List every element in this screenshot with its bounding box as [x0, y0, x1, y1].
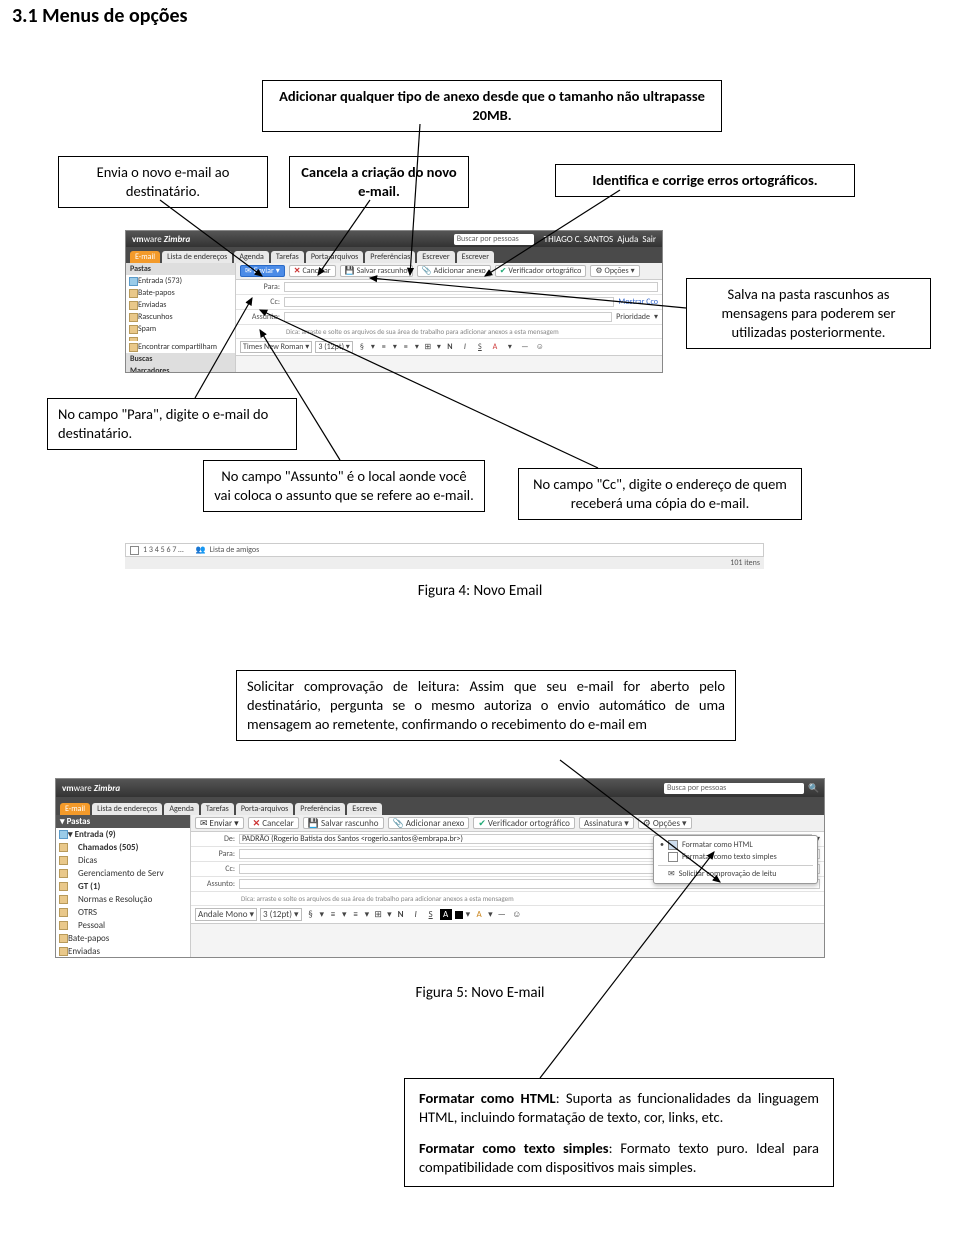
dragdrop-tip: Dica: arraste e solte os arquivos de sua…	[236, 325, 662, 339]
figure-4-caption: Figura 4: Novo Email	[330, 582, 630, 600]
folder-sent[interactable]: Enviadas	[126, 299, 235, 311]
tab-email-2[interactable]: E-mail	[60, 803, 90, 815]
send-button-2[interactable]: ✉Enviar▾	[195, 817, 244, 829]
para-input[interactable]	[284, 282, 658, 292]
tab-calendar-2[interactable]: Agenda	[164, 803, 199, 815]
tab-tasks-2[interactable]: Tarefas	[201, 803, 234, 815]
cc-input[interactable]	[284, 297, 614, 307]
opt-format-plain[interactable]: • Formatar como texto simples	[658, 851, 813, 863]
opt-format-html[interactable]: • Formatar como HTML	[658, 839, 813, 851]
search-input[interactable]: Buscar por pessoas	[454, 234, 534, 245]
zimbra-top-bar-2: vmware Zimbra Busca por pessoas 🔍	[56, 779, 824, 797]
tab-contacts[interactable]: Lista de endereços	[162, 251, 232, 263]
callout-para: No campo "Para", digite o e-mail do dest…	[47, 398, 297, 450]
tab-briefcase-2[interactable]: Porta-arquivos	[236, 803, 293, 815]
main-tabs-2: E-mail Lista de endereços Agenda Tarefas…	[56, 797, 824, 815]
search-input-2[interactable]: Busca por pessoas	[664, 783, 804, 794]
callout-anexo-text: Adicionar qualquer tipo de anexo desde q…	[279, 87, 705, 124]
attach-button[interactable]: 📎Adicionar anexo	[417, 265, 491, 277]
folder-sent-2[interactable]: Enviadas	[56, 945, 190, 958]
spellcheck-button[interactable]: ✔Verificador ortográfico	[495, 265, 587, 277]
callout-formatar: Formatar como HTML: Suporta as funcional…	[404, 1078, 834, 1187]
folder-gt[interactable]: GT (1)	[56, 880, 190, 893]
font-select[interactable]: Times New Roman ▾	[240, 341, 312, 353]
options-button[interactable]: ⚙Opções▾	[590, 265, 639, 277]
callout-cc: No campo "Cc", digite o endereço de quem…	[518, 468, 802, 520]
pager-footer: 101 itens	[125, 556, 764, 569]
callout-ortografico-text: Identifica e corrige erros ortográficos.	[592, 171, 817, 189]
callout-ortografico: Identifica e corrige erros ortográficos.	[555, 164, 855, 197]
tab-prefs[interactable]: Preferências	[365, 251, 415, 263]
help-link[interactable]: Ajuda	[617, 234, 638, 245]
logout-link[interactable]: Sair	[642, 234, 656, 245]
compose-toolbar: ✉Enviar▾ ✕Cancelar 💾Salvar rascunho 📎Adi…	[236, 263, 662, 280]
folder-chamados[interactable]: Chamados (505)	[56, 841, 190, 854]
cancel-button-2[interactable]: ✕Cancelar	[248, 817, 299, 829]
dragdrop-tip-2: Dica: arraste e solte os arquivos de sua…	[191, 892, 824, 906]
folder-inbox[interactable]: Entrada (573)	[126, 275, 235, 287]
row-assunto: Assunto: Prioridade▾	[236, 310, 662, 325]
figure-5-caption: Figura 5: Novo E-mail	[330, 984, 630, 1002]
folder-pessoal[interactable]: Pessoal	[56, 919, 190, 932]
row-cc: Cc: Mostrar Cco	[236, 295, 662, 310]
options-button-2[interactable]: ⚙Opções▾	[638, 817, 692, 829]
callout-envia: Envia o novo e-mail ao destinatário.	[58, 156, 268, 208]
folder-normas[interactable]: Normas e Resolução	[56, 893, 190, 906]
size-select[interactable]: 3 (12pt) ▾	[315, 341, 353, 353]
save-draft-button-2[interactable]: 💾Salvar rascunho	[303, 817, 384, 829]
screenshot-zimbra-1: vmware Zimbra Buscar por pessoas THIAGO …	[125, 230, 663, 373]
row-para: Para:	[236, 280, 662, 295]
rich-toolbar-2: Andale Mono ▾ 3 (12pt) ▾ §▾ ≡▾ ≡▾ ⊞▾ N I…	[191, 906, 824, 924]
opt-read-receipt[interactable]: •✉ Solicitar comprovação de leitu	[658, 868, 813, 880]
save-draft-button[interactable]: 💾Salvar rascunho	[340, 265, 413, 277]
signature-button[interactable]: Assinatura▾	[579, 817, 634, 829]
callout-salva: Salva na pasta rascunhos as mensagens pa…	[686, 278, 931, 349]
contacts-pager: 1 3 4 5 6 7 … 👥 Lista de amigos	[125, 543, 764, 557]
callout-cancela-text: Cancela a criação do novo e-mail.	[301, 163, 456, 200]
callout-solicitar: Solicitar comprovação de leitura: Assim …	[236, 670, 736, 741]
lista-amigos-label: Lista de amigos	[210, 545, 260, 555]
size-select-2[interactable]: 3 (12pt) ▾	[260, 908, 301, 921]
callout-assunto: No campo "Assunto" é o local aonde você …	[203, 460, 485, 512]
tab-email[interactable]: E-mail	[130, 251, 160, 263]
callout-anexo: Adicionar qualquer tipo de anexo desde q…	[262, 80, 722, 132]
font-select-2[interactable]: Andale Mono ▾	[195, 908, 257, 921]
send-button[interactable]: ✉Enviar▾	[240, 265, 285, 277]
tab-compose-2b[interactable]: Escreve	[347, 803, 382, 815]
main-tabs: E-mail Lista de endereços Agenda Tarefas…	[126, 247, 662, 263]
folder-spam[interactable]: Spam	[126, 323, 235, 335]
folder-chats-2[interactable]: Bate-papos	[56, 932, 190, 945]
priority-label: Prioridade	[616, 312, 650, 322]
folder-gs[interactable]: Gerenciamento de Serv	[56, 867, 190, 880]
folder-chats[interactable]: Bate-papos	[126, 287, 235, 299]
cancel-button[interactable]: ✕Cancelar	[289, 265, 336, 277]
user-label: THIAGO C. SANTOS	[544, 234, 614, 245]
folder-otrs[interactable]: OTRS	[56, 906, 190, 919]
show-bcc-link[interactable]: Mostrar Cco	[618, 297, 658, 307]
zimbra-top-bar: vmware Zimbra Buscar por pessoas THIAGO …	[126, 231, 662, 247]
tab-compose-2[interactable]: Escrever	[457, 251, 494, 263]
section-heading: 3.1 Menus de opções	[12, 4, 188, 28]
rich-toolbar: Times New Roman ▾ 3 (12pt) ▾ §▾ ≡▾ ≡▾ ⊞▾…	[236, 339, 662, 356]
tab-compose-1[interactable]: Escrever	[417, 251, 454, 263]
subject-input[interactable]	[284, 312, 612, 322]
folder-inbox-2[interactable]: ▾ Entrada (9)	[56, 828, 190, 841]
callout-cancela: Cancela a criação do novo e-mail.	[289, 156, 469, 208]
tab-tasks[interactable]: Tarefas	[271, 251, 304, 263]
folder-drafts[interactable]: Rascunhos	[126, 311, 235, 323]
tab-briefcase[interactable]: Porta-arquivos	[306, 251, 363, 263]
folder-dicas[interactable]: Dicas	[56, 854, 190, 867]
tab-calendar[interactable]: Agenda	[234, 251, 269, 263]
tab-prefs-2[interactable]: Preferências	[295, 803, 345, 815]
spellcheck-button-2[interactable]: ✔Verificador ortográfico	[473, 817, 575, 829]
folder-sidebar: Pastas Entrada (573) Bate-papos Enviadas…	[126, 263, 236, 373]
folder-shared[interactable]: Encontrar compartilham	[126, 341, 235, 353]
options-dropdown: • Formatar como HTML • Formatar como tex…	[653, 835, 818, 884]
compose-toolbar-2: ✉Enviar▾ ✕Cancelar 💾Salvar rascunho 📎Adi…	[191, 815, 824, 832]
tab-contacts-2[interactable]: Lista de endereços	[92, 803, 162, 815]
attach-button-2[interactable]: 📎Adicionar anexo	[388, 817, 470, 829]
folder-sidebar-2: ▾ Pastas ▾ Entrada (9) Chamados (505) Di…	[56, 815, 191, 958]
pager-prev-icon[interactable]	[130, 546, 139, 555]
screenshot-zimbra-2: vmware Zimbra Busca por pessoas 🔍 E-mail…	[55, 778, 825, 958]
